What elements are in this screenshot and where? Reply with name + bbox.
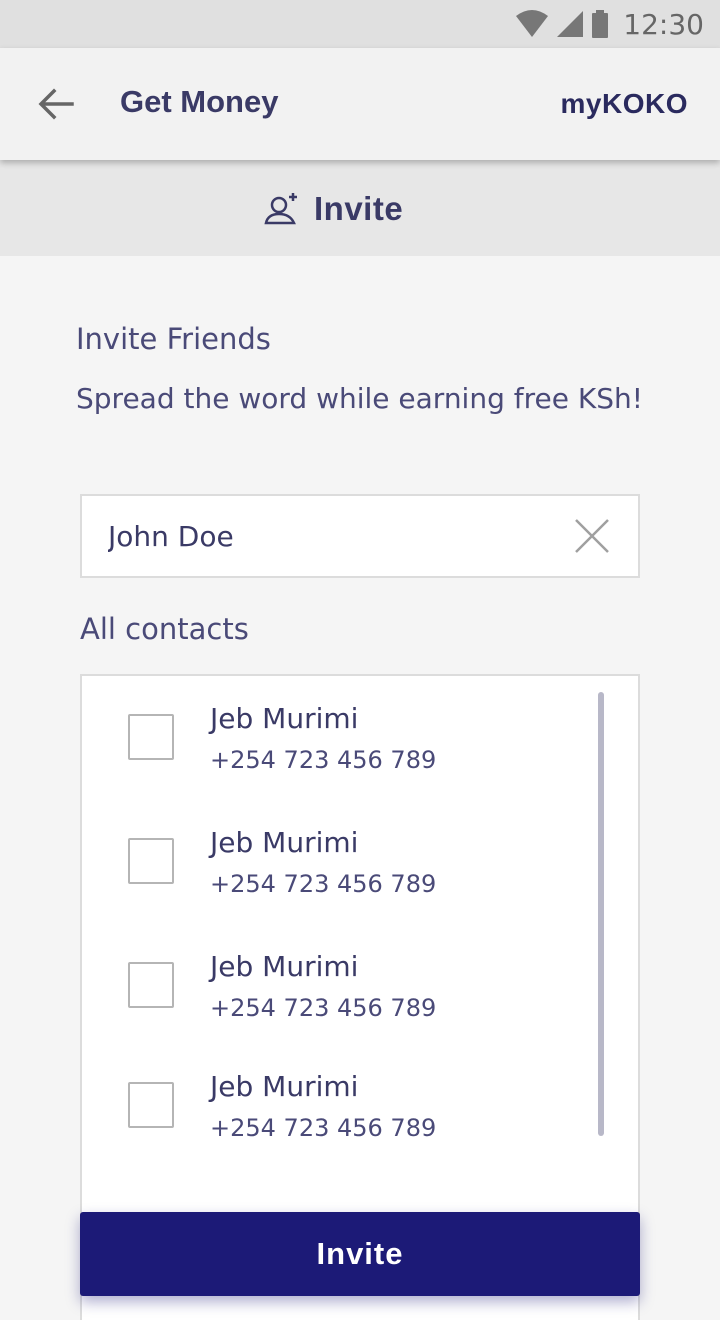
wifi-icon <box>516 10 549 37</box>
contact-checkbox[interactable] <box>128 714 174 760</box>
invite-friends-heading: Invite Friends <box>76 322 271 356</box>
close-icon <box>575 519 609 553</box>
contact-phone: +254 723 456 789 <box>210 870 437 898</box>
brand-logo: myKOKO <box>560 88 688 119</box>
contact-phone: +254 723 456 789 <box>210 994 437 1022</box>
contact-name: Jeb Murimi <box>210 702 359 735</box>
contact-phone: +254 723 456 789 <box>210 1114 437 1142</box>
contact-item[interactable]: Jeb Murimi +254 723 456 789 <box>82 800 582 900</box>
contact-name: Jeb Murimi <box>210 950 359 983</box>
scrollbar[interactable] <box>598 692 604 1136</box>
tab-label: Invite <box>314 190 404 227</box>
contact-item[interactable]: Jeb Murimi +254 723 456 789 <box>82 924 582 1024</box>
arrow-left-icon <box>38 88 74 120</box>
status-time: 12:30 <box>623 7 704 41</box>
contact-checkbox[interactable] <box>128 838 174 884</box>
signal-icon <box>557 11 584 37</box>
tab-invite[interactable]: Invite <box>264 184 403 234</box>
contact-phone: +254 723 456 789 <box>210 746 437 774</box>
status-bar: 12:30 <box>0 0 720 48</box>
invite-button[interactable]: Invite <box>80 1212 640 1296</box>
contact-item[interactable]: Jeb Murimi +254 723 456 789 <box>82 1044 582 1144</box>
app-bar: Get Money myKOKO <box>0 48 720 160</box>
contact-checkbox[interactable] <box>128 1082 174 1128</box>
search-input[interactable] <box>108 514 548 558</box>
page-title: Get Money <box>120 84 279 119</box>
back-button[interactable] <box>34 82 78 126</box>
contact-name: Jeb Murimi <box>210 1070 359 1103</box>
contact-checkbox[interactable] <box>128 962 174 1008</box>
clear-search-button[interactable] <box>574 518 610 554</box>
contact-name: Jeb Murimi <box>210 826 359 859</box>
invite-friends-subtitle: Spread the word while earning free KSh! <box>76 382 643 415</box>
search-field <box>80 494 640 578</box>
battery-icon <box>592 10 609 38</box>
all-contacts-label: All contacts <box>80 612 249 646</box>
contact-item[interactable]: Jeb Murimi +254 723 456 789 <box>82 676 582 776</box>
tab-bar: Invite <box>0 160 720 256</box>
status-icons: 12:30 <box>515 7 704 41</box>
add-user-icon <box>264 193 297 225</box>
